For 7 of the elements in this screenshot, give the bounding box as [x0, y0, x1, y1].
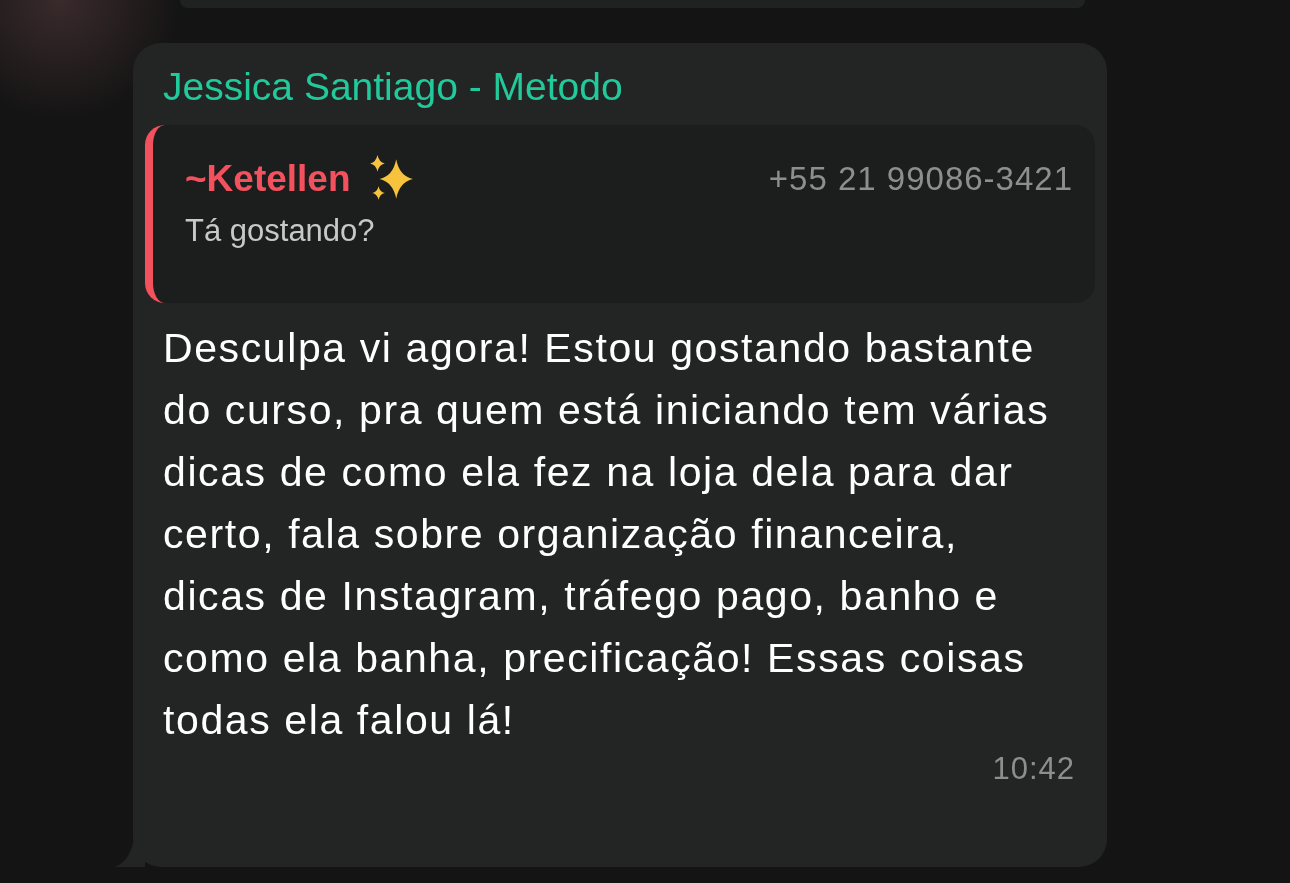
quoted-message[interactable]: ~Ketellen +55 21 99086-3421 Tá gostando?: [145, 125, 1095, 303]
sender-name: Jessica Santiago - Metodo: [162, 64, 624, 110]
timestamp: 10:42: [992, 751, 1075, 787]
quote-text: Tá gostando?: [185, 213, 376, 249]
phone-number: +55 21 99086-3421: [768, 160, 1073, 198]
message-text: Desculpa vi agora! Estou gostando bastante do curso, pra quem está iniciando tem várias dicas de como ela fez na loja dela para dar certo, fala sobre organização financeira, dicas de Instagram, tráfego pago, banho e como ela banha, precificação! Essas coisas todas ela falou lá!: [163, 324, 1051, 745]
quote-author: ~Ketellen: [185, 157, 351, 201]
